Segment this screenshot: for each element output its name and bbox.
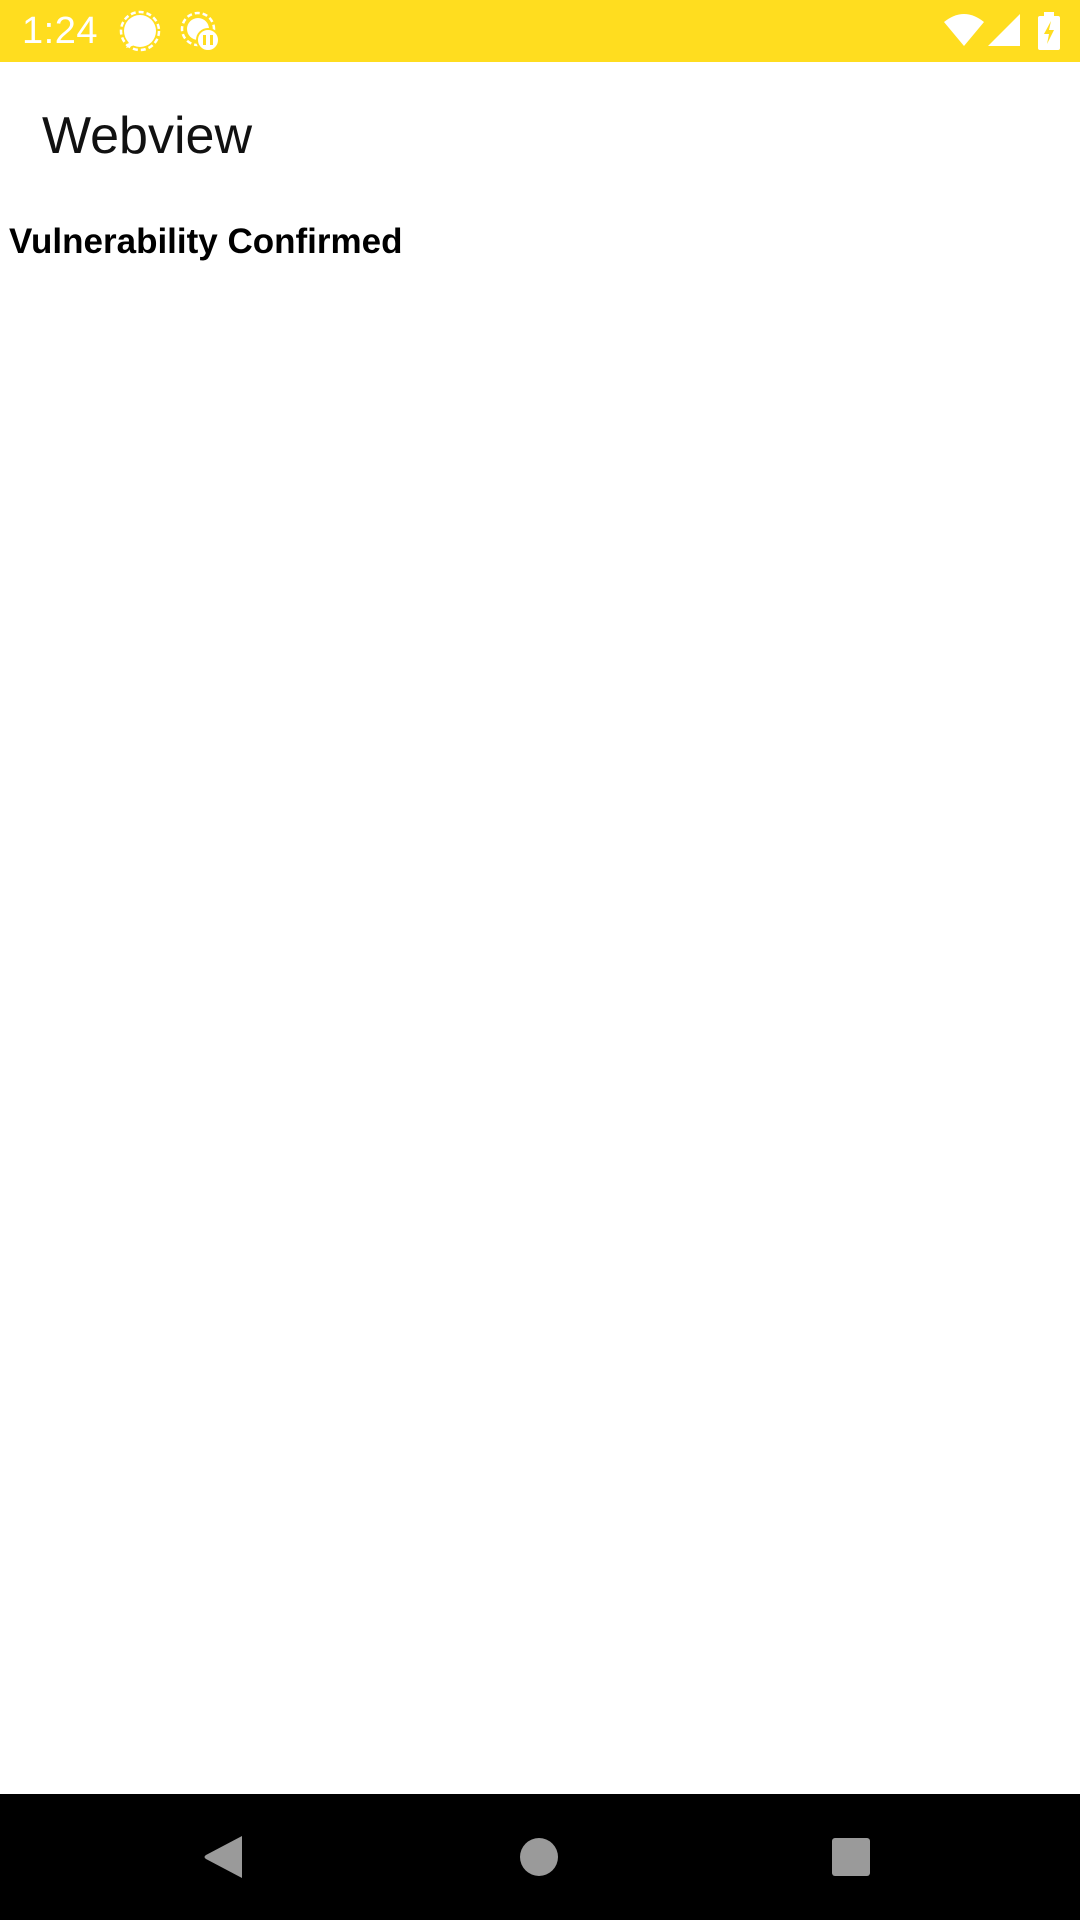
recents-icon[interactable]: [818, 1824, 884, 1890]
battery-charging-icon: [1036, 10, 1062, 54]
signal-update-icon: [178, 10, 222, 54]
webview-heading: Vulnerability Confirmed: [9, 222, 403, 261]
signal-messenger-icon: [118, 10, 162, 54]
app-bar: Webview: [0, 62, 1080, 212]
status-time: 1:24: [22, 10, 98, 52]
screen: 1:24 Webview Vulnerability Confirmed: [0, 0, 1080, 1920]
wifi-icon: [942, 10, 986, 54]
navigation-bar: [0, 1794, 1080, 1920]
back-icon[interactable]: [192, 1824, 258, 1890]
page-title: Webview: [42, 107, 253, 165]
webview[interactable]: Vulnerability Confirmed: [0, 212, 1080, 1794]
cellular-signal-icon: [986, 10, 1022, 54]
home-icon[interactable]: [506, 1824, 572, 1890]
status-bar: 1:24: [0, 0, 1080, 62]
